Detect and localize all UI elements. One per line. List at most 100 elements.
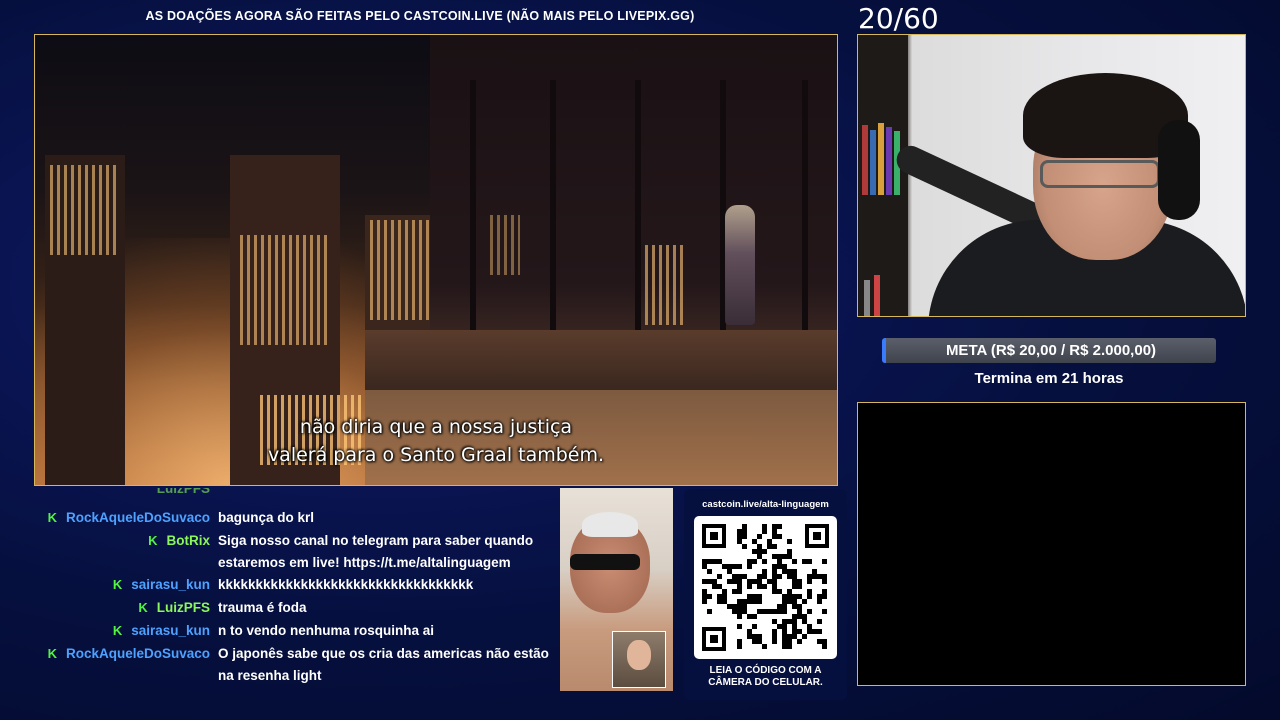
qr-donation-panel: castcoin.live/alta-linguagem LEIA O CÓDI… [684, 489, 847, 700]
qr-module [817, 619, 822, 624]
chat-username[interactable]: K RockAqueleDoSuvaco [48, 510, 210, 525]
qr-module [777, 534, 782, 539]
kick-icon: K [112, 623, 123, 638]
inset-photo [612, 631, 666, 688]
window-frame [802, 80, 808, 330]
chat-username-text: RockAqueleDoSuvaco [65, 646, 210, 661]
qr-module [822, 609, 827, 614]
subtitle-line-1: não diria que a nossa justiça [299, 416, 573, 438]
subscriber-counter: 20/60 [858, 2, 939, 35]
subtitle-line-2: valerá para o Santo Graal também. [267, 444, 605, 466]
qr-module [707, 609, 712, 614]
qr-code[interactable] [694, 516, 837, 659]
qr-module [807, 594, 812, 599]
chat-username[interactable]: Ksairasu_kun [113, 623, 210, 638]
chat-username-text: LuizPFS [156, 600, 210, 615]
chat-message-text: n to vendo nenhuma rosquinha ai [218, 623, 435, 638]
chat-username-text: RockAqueleDoSuvaco [65, 510, 210, 525]
chat-message-text: O japonês sabe que os cria das americas … [218, 646, 549, 683]
chat-username[interactable]: Ksairasu_kun [113, 577, 210, 592]
chat-username[interactable]: K RockAqueleDoSuvaco [48, 646, 210, 661]
chat-username-text: sairasu_kun [131, 577, 210, 592]
qr-module [777, 574, 782, 579]
qr-module [762, 529, 767, 534]
qr-module [707, 594, 712, 599]
qr-module [737, 589, 742, 594]
qr-module [822, 644, 827, 649]
kick-icon: K [47, 510, 57, 525]
sunglasses [570, 554, 640, 570]
secondary-camera [560, 488, 673, 691]
inset-face [627, 640, 651, 670]
chat-message: K BotRix Siga nosso canal no telegram para… [40, 530, 555, 574]
qr-module [802, 599, 807, 604]
qr-module [772, 544, 777, 549]
qr-module [707, 569, 712, 574]
chat-username-text: BotRix [166, 533, 211, 548]
book [874, 275, 880, 316]
glasses [1040, 160, 1160, 188]
qr-module [752, 624, 757, 629]
chat-message: K RockAqueleDoSuvaco O japonês sabe que os… [40, 643, 555, 687]
qr-module [772, 639, 777, 644]
qr-module [747, 564, 752, 569]
qr-module [757, 599, 762, 604]
qr-finder [702, 627, 726, 651]
qr-module [762, 644, 767, 649]
chat-message: K LuizPFS trauma é foda [40, 597, 555, 619]
book [864, 280, 870, 316]
qr-caption-line-1: LEIA O CÓDIGO COM A [709, 665, 822, 676]
qr-module [787, 539, 792, 544]
qr-module [762, 584, 767, 589]
chat-message-cutoff: LuizPFS [40, 488, 555, 493]
building-windows [370, 220, 435, 320]
qr-module [792, 559, 797, 564]
qr-module [737, 624, 742, 629]
qr-module [807, 579, 812, 584]
qr-finder [702, 524, 726, 548]
qr-module [752, 559, 757, 564]
qr-module [782, 609, 787, 614]
headphones [1158, 120, 1200, 220]
qr-module [742, 534, 747, 539]
qr-module [822, 594, 827, 599]
qr-module [752, 614, 757, 619]
qr-module [737, 614, 742, 619]
qr-module [797, 639, 802, 644]
qr-module [817, 629, 822, 634]
donation-banner: AS DOAÇÕES AGORA SÃO FEITAS PELO CASTCOI… [145, 9, 695, 23]
chat-message-text: trauma é foda [218, 600, 307, 615]
kick-icon: K [148, 533, 158, 548]
qr-module [747, 584, 752, 589]
qr-module [807, 559, 812, 564]
qr-module [762, 559, 767, 564]
building-windows [50, 165, 120, 255]
qr-module [817, 599, 822, 604]
qr-url: castcoin.live/alta-linguagem [702, 499, 829, 510]
chat-message-text: Siga nosso canal no telegram para saber … [218, 533, 534, 570]
empty-overlay-panel [857, 402, 1246, 686]
book [870, 130, 876, 195]
qr-module [777, 524, 782, 529]
qr-module [807, 609, 812, 614]
chat-message-text: bagunça do krl [218, 510, 315, 525]
qr-module [787, 644, 792, 649]
chat-username[interactable]: K BotRix [148, 533, 210, 548]
reflected-windows [645, 245, 685, 325]
qr-module [797, 584, 802, 589]
qr-module [822, 579, 827, 584]
kick-icon: K [112, 577, 123, 592]
chat-username[interactable]: LuizPFS [157, 488, 210, 493]
chat-message-text: kkkkkkkkkkkkkkkkkkkkkkkkkkkkkkkkkk [218, 577, 474, 592]
kick-icon: K [138, 600, 148, 615]
building-windows [240, 235, 330, 345]
donation-goal-bar: META (R$ 20,00 / R$ 2.000,00) [882, 338, 1216, 363]
chat-message: K RockAqueleDoSuvaco bagunça do krl [40, 507, 555, 529]
qr-module [762, 549, 767, 554]
qr-module [757, 534, 762, 539]
chat-username-text: sairasu_kun [131, 623, 210, 638]
chat-username[interactable]: K LuizPFS [138, 600, 210, 615]
secondary-hair [582, 512, 638, 537]
qr-module [742, 544, 747, 549]
character-figure [725, 205, 755, 325]
